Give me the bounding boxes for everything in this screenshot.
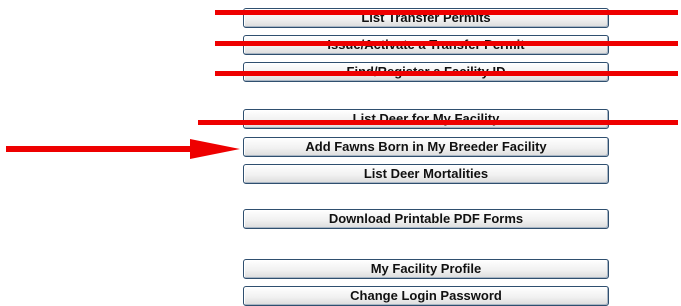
- list-transfer-permits-button[interactable]: List Transfer Permits: [243, 8, 609, 28]
- find-register-facility-id-button[interactable]: Find/Register a Facility ID: [243, 62, 609, 82]
- add-fawns-born-button[interactable]: Add Fawns Born in My Breeder Facility: [243, 137, 609, 157]
- change-login-password-button[interactable]: Change Login Password: [243, 286, 609, 306]
- issue-activate-transfer-permit-button[interactable]: Issue/Activate a Transfer Permit: [243, 35, 609, 55]
- list-deer-for-my-facility-button[interactable]: List Deer for My Facility: [243, 109, 609, 129]
- download-printable-pdf-forms-button[interactable]: Download Printable PDF Forms: [243, 209, 609, 229]
- list-deer-mortalities-button[interactable]: List Deer Mortalities: [243, 164, 609, 184]
- my-facility-profile-button[interactable]: My Facility Profile: [243, 259, 609, 279]
